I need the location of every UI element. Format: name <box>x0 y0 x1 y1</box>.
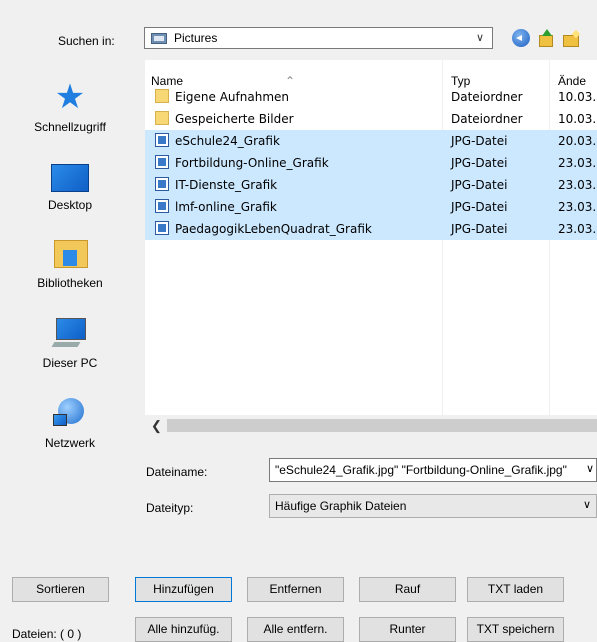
new-folder-icon[interactable] <box>562 29 580 47</box>
nav-label: Desktop <box>47 198 93 212</box>
chevron-down-icon[interactable]: ∨ <box>582 462 594 475</box>
list-header: ⌃ Name Typ Ände <box>145 60 597 88</box>
file-name: Fortbildung-Online_Grafik <box>175 156 329 170</box>
image-file-icon <box>155 133 169 147</box>
quick-access-star-icon: ★ <box>54 78 86 116</box>
load-txt-button[interactable]: TXT laden <box>467 577 564 602</box>
scroll-thumb[interactable] <box>167 419 597 432</box>
file-name: Eigene Aufnahmen <box>175 90 289 104</box>
folder-icon <box>155 89 169 103</box>
sort-button[interactable]: Sortieren <box>12 577 109 602</box>
remove-button[interactable]: Entfernen <box>247 577 344 602</box>
look-in-label: Suchen in: <box>58 34 115 48</box>
remove-all-button[interactable]: Alle entfern. <box>247 617 344 642</box>
up-button[interactable]: Rauf <box>359 577 456 602</box>
file-type: JPG-Datei <box>451 178 508 192</box>
file-name: lmf-online_Grafik <box>175 200 277 214</box>
file-name: Gespeicherte Bilder <box>175 112 294 126</box>
look-in-combo[interactable]: Pictures ∨ <box>144 27 493 49</box>
desktop-icon <box>51 164 89 192</box>
files-count-status: Dateien: ( 0 ) <box>12 627 81 641</box>
file-name: PaedagogikLebenQuadrat_Grafik <box>175 222 372 236</box>
nav-item-libraries[interactable]: Bibliotheken <box>0 236 140 290</box>
network-icon <box>53 396 87 430</box>
file-type: Dateiordner <box>451 112 523 126</box>
image-file-icon <box>155 177 169 191</box>
file-date: 20.03. <box>558 134 597 148</box>
nav-item-desktop[interactable]: Desktop <box>0 158 140 212</box>
scroll-left-icon[interactable]: ❮ <box>151 418 162 434</box>
down-button[interactable]: Runter <box>359 617 456 642</box>
file-type: JPG-Datei <box>451 134 508 148</box>
file-name: eSchule24_Grafik <box>175 134 280 148</box>
list-item[interactable]: Eigene Aufnahmen Dateiordner 10.03. <box>145 86 596 108</box>
add-button[interactable]: Hinzufügen <box>135 577 232 602</box>
file-type: JPG-Datei <box>451 200 508 214</box>
filename-label: Dateiname: <box>146 465 208 479</box>
filename-value[interactable]: "eSchule24_Grafik.jpg" "Fortbildung-Onli… <box>275 463 567 477</box>
chevron-down-icon[interactable]: ∨ <box>583 498 591 511</box>
file-date: 23.03. <box>558 200 597 214</box>
nav-label: Bibliotheken <box>37 276 103 290</box>
image-file-icon <box>155 199 169 213</box>
up-folder-icon[interactable] <box>537 29 555 47</box>
files-count-value: ( 0 ) <box>60 627 82 641</box>
file-date: 23.03. <box>558 178 597 192</box>
this-pc-icon <box>53 316 87 350</box>
column-header-date[interactable]: Ände <box>558 74 586 88</box>
file-type: JPG-Datei <box>451 156 508 170</box>
file-type: JPG-Datei <box>451 222 508 236</box>
nav-label: Dieser PC <box>42 356 98 370</box>
filename-combo[interactable]: "eSchule24_Grafik.jpg" "Fortbildung-Onli… <box>269 458 597 482</box>
save-txt-button[interactable]: TXT speichern <box>467 617 564 642</box>
libraries-icon <box>53 236 88 270</box>
image-file-icon <box>155 155 169 169</box>
nav-label: Schnellzugriff <box>34 120 106 134</box>
folder-icon <box>155 111 169 125</box>
list-item[interactable]: Gespeicherte Bilder Dateiordner 10.03. <box>145 108 596 130</box>
chevron-down-icon[interactable]: ∨ <box>476 31 484 44</box>
list-item[interactable]: Fortbildung-Online_Grafik JPG-Datei 23.03. <box>145 152 597 174</box>
filetype-label: Dateityp: <box>146 501 194 515</box>
list-item[interactable]: PaedagogikLebenQuadrat_Grafik JPG-Datei 23… <box>145 218 597 240</box>
file-date: 10.03. <box>558 112 597 126</box>
file-date: 10.03. <box>558 90 597 104</box>
places-bar: ★ Schnellzugriff Desktop Bibliotheken Di… <box>0 60 145 500</box>
list-item[interactable]: eSchule24_Grafik JPG-Datei 20.03. <box>145 130 597 152</box>
filetype-value: Häufige Graphik Dateien <box>275 499 407 513</box>
nav-item-network[interactable]: Netzwerk <box>0 396 140 450</box>
file-name: IT-Dienste_Grafik <box>175 178 278 192</box>
pictures-folder-icon <box>151 33 167 44</box>
nav-item-this-pc[interactable]: Dieser PC <box>0 316 140 370</box>
file-list[interactable]: ⌃ Name Typ Ände Eigene Aufnahmen Dateiord… <box>145 60 597 415</box>
image-file-icon <box>155 221 169 235</box>
files-count-label: Dateien: <box>12 627 57 641</box>
nav-item-quick-access[interactable]: ★ Schnellzugriff <box>0 80 140 134</box>
nav-label: Netzwerk <box>44 436 95 450</box>
file-date: 23.03. <box>558 222 597 236</box>
list-item[interactable]: IT-Dienste_Grafik JPG-Datei 23.03. <box>145 174 597 196</box>
add-all-button[interactable]: Alle hinzufüg. <box>135 617 232 642</box>
file-date: 23.03. <box>558 156 597 170</box>
horizontal-scrollbar[interactable]: ❮ <box>145 415 597 437</box>
look-in-value: Pictures <box>174 31 218 45</box>
list-item[interactable]: lmf-online_Grafik JPG-Datei 23.03. <box>145 196 597 218</box>
back-icon[interactable] <box>512 29 530 47</box>
filetype-select[interactable]: Häufige Graphik Dateien ∨ <box>269 494 597 518</box>
file-type: Dateiordner <box>451 90 523 104</box>
